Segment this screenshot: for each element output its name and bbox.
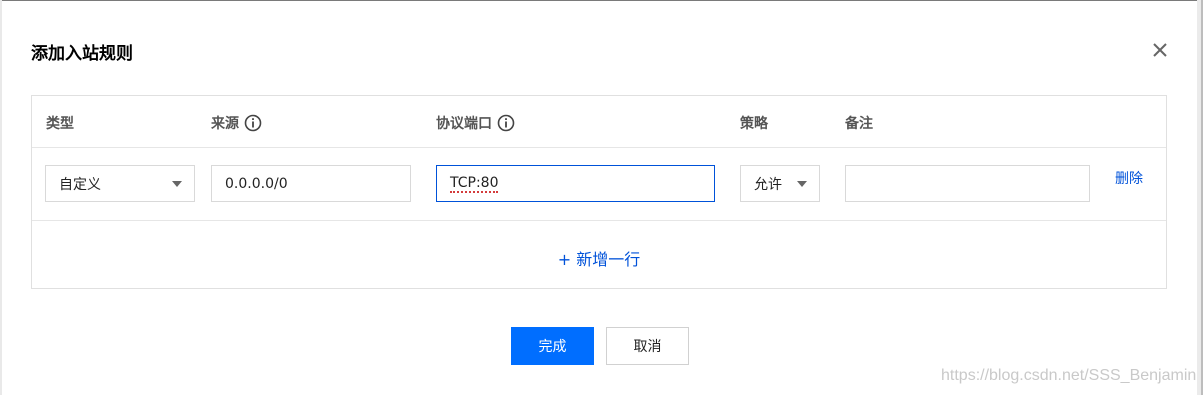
protocol-port-input[interactable]: TCP:80: [436, 165, 715, 202]
remark-input[interactable]: [845, 165, 1090, 202]
header-source: 来源: [211, 113, 262, 133]
header-remark-label: 备注: [845, 116, 873, 132]
source-input[interactable]: 0.0.0.0/0: [211, 165, 411, 202]
window-top-border: [0, 0, 1203, 1]
header-protocol-port: 协议端口: [436, 113, 515, 133]
info-icon[interactable]: [244, 114, 262, 132]
dialog-title: 添加入站规则: [31, 44, 133, 64]
header-remark: 备注: [845, 113, 873, 133]
row-divider: [32, 220, 1166, 221]
confirm-button[interactable]: 完成: [511, 327, 594, 365]
close-icon: [1153, 43, 1167, 57]
policy-select-value: 允许: [754, 176, 782, 193]
type-select[interactable]: 自定义: [45, 165, 195, 202]
header-source-label: 来源: [211, 116, 239, 132]
type-select-value: 自定义: [59, 176, 101, 193]
header-policy-label: 策略: [740, 116, 768, 132]
header-policy: 策略: [740, 113, 768, 133]
watermark-text: https://blog.csdn.net/SSS_Benjamin: [941, 367, 1197, 384]
protocol-port-input-value: TCP:80: [450, 174, 499, 193]
cancel-button[interactable]: 取消: [606, 327, 689, 365]
header-divider: [32, 147, 1166, 148]
info-icon[interactable]: [497, 114, 515, 132]
window-left-border: [0, 0, 2, 395]
source-input-value: 0.0.0.0/0: [225, 175, 288, 192]
header-type-label: 类型: [46, 116, 74, 132]
close-button[interactable]: [1150, 40, 1170, 60]
rules-table: 类型 来源 协议端口 策略 备注 自定义 0.0.0.0/0 TCP:80 允许: [31, 95, 1167, 289]
header-protocol-port-label: 协议端口: [436, 116, 492, 132]
chevron-down-icon: [797, 181, 807, 187]
delete-row-link[interactable]: 删除: [1115, 168, 1143, 188]
header-type: 类型: [46, 113, 74, 133]
add-row-button[interactable]: + 新增一行: [32, 246, 1166, 270]
policy-select[interactable]: 允许: [740, 165, 820, 202]
chevron-down-icon: [172, 181, 182, 187]
